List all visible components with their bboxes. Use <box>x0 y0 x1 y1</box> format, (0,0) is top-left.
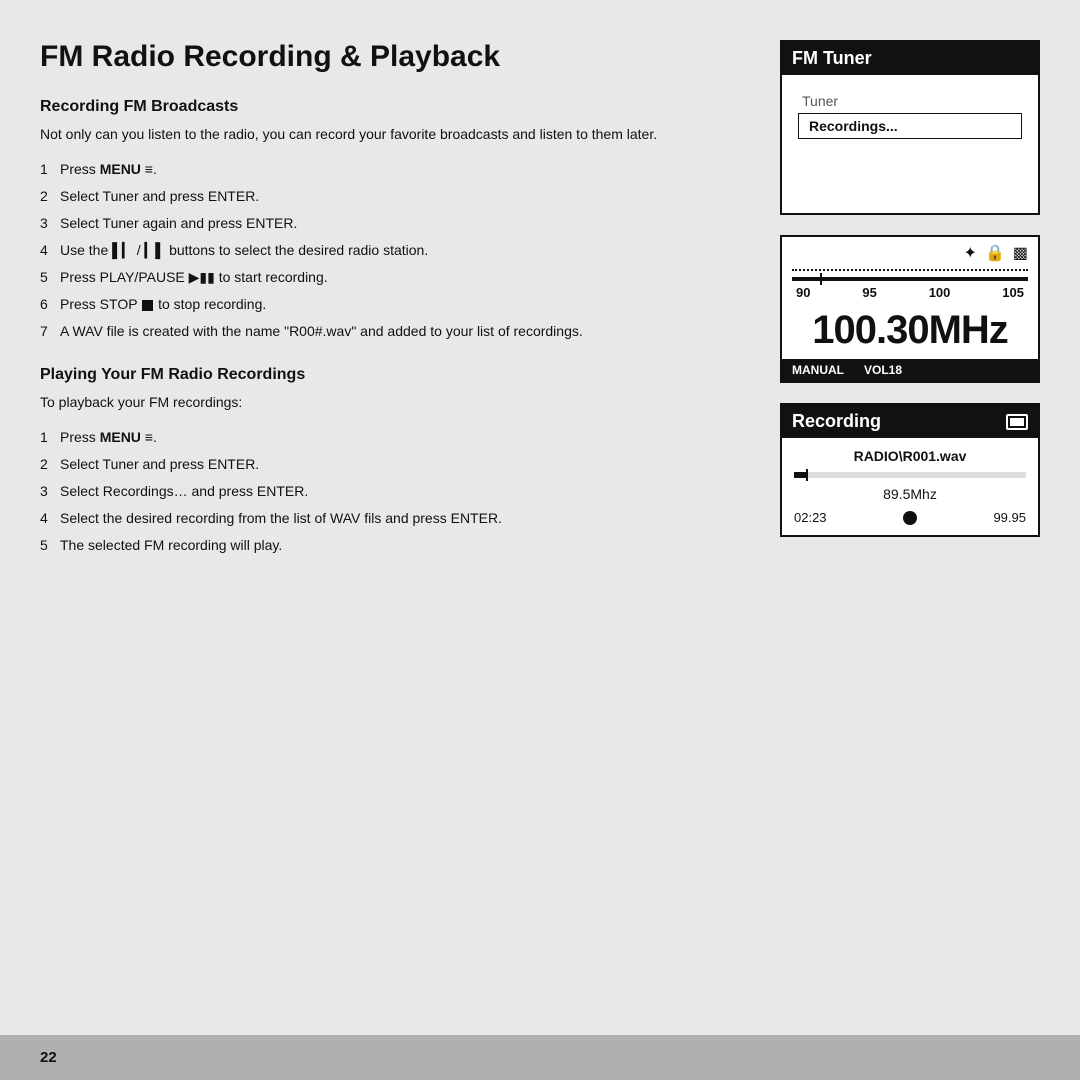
page-title: FM Radio Recording & Playback <box>40 40 740 74</box>
section2-steps: 1 Press MENU ≡. 2 Select Tuner and press… <box>40 427 740 556</box>
tuner-mode: MANUAL <box>792 363 844 377</box>
menu-bold2: MENU <box>100 429 141 445</box>
list-item: 3 Select Recordings… and press ENTER. <box>40 481 740 502</box>
recording-footer: 02:23 99.95 <box>794 510 1026 525</box>
fm-tuner-header: FM Tuner <box>782 42 1038 75</box>
recording-filename: RADIO\R001.wav <box>794 448 1026 464</box>
menu-bold: MENU <box>100 161 141 177</box>
recording-panel: Recording RADIO\R001.wav 89.5Mhz 02:23 9… <box>780 403 1040 537</box>
recording-header: Recording <box>782 405 1038 438</box>
section-playback: Playing Your FM Radio Recordings To play… <box>40 366 740 556</box>
section1-heading: Recording FM Broadcasts <box>40 98 740 116</box>
tuner-icons-row: ✦ 🔒 ▩ <box>782 237 1038 265</box>
fm-tuner-panel: FM Tuner Tuner Recordings... <box>780 40 1040 215</box>
section2-heading: Playing Your FM Radio Recordings <box>40 366 740 384</box>
cassette-icon <box>1006 414 1028 430</box>
recording-station: 89.5Mhz <box>794 486 1026 502</box>
section1-intro: Not only can you listen to the radio, yo… <box>40 124 740 145</box>
scale-95: 95 <box>862 285 876 300</box>
list-item: 6 Press STOP to stop recording. <box>40 294 740 315</box>
tuner-display-panel: ✦ 🔒 ▩ 90 95 100 105 100.30MHz <box>780 235 1040 383</box>
tuner-footer: MANUAL VOL18 <box>782 359 1038 381</box>
tuner-volume: VOL18 <box>864 363 902 377</box>
right-column: FM Tuner Tuner Recordings... ✦ 🔒 ▩ <box>780 40 1040 1035</box>
fm-tuner-body: Tuner Recordings... <box>782 75 1038 213</box>
section-recording: Recording FM Broadcasts Not only can you… <box>40 98 740 342</box>
tuner-recordings-item[interactable]: Recordings... <box>798 113 1022 139</box>
list-item: 2 Select Tuner and press ENTER. <box>40 454 740 475</box>
list-item: 5 Press PLAY/PAUSE ▶▮▮ to start recordin… <box>40 267 740 288</box>
tuner-dot-line <box>792 265 1028 275</box>
list-item: 7 A WAV file is created with the name "R… <box>40 321 740 342</box>
page-number: 22 <box>40 1049 57 1066</box>
scale-100: 100 <box>929 285 951 300</box>
section1-steps: 1 Press MENU ≡. 2 Select Tuner and press… <box>40 159 740 342</box>
progress-tick <box>806 469 808 481</box>
list-item: 4 Select the desired recording from the … <box>40 508 740 529</box>
recording-body: RADIO\R001.wav 89.5Mhz 02:23 99.95 <box>782 438 1038 535</box>
page-footer: 22 <box>0 1035 1080 1080</box>
section2-intro: To playback your FM recordings: <box>40 392 740 413</box>
tuner-scale-numbers: 90 95 100 105 <box>792 285 1028 300</box>
rec-indicator <box>903 511 917 525</box>
recording-title: Recording <box>792 411 881 432</box>
recording-counter: 99.95 <box>993 510 1026 525</box>
left-column: FM Radio Recording & Playback Recording … <box>40 40 740 1035</box>
lock-icon: 🔒 <box>985 243 1005 263</box>
tuner-frequency: 100.30MHz <box>782 304 1038 359</box>
scale-105: 105 <box>1002 285 1024 300</box>
list-item: 1 Press MENU ≡. <box>40 427 740 448</box>
stop-icon <box>142 300 153 311</box>
wireless-icon: ✦ <box>964 243 977 263</box>
battery-icon: ▩ <box>1013 243 1028 263</box>
list-item: 5 The selected FM recording will play. <box>40 535 740 556</box>
scale-90: 90 <box>796 285 810 300</box>
tuner-scale: 90 95 100 105 <box>782 265 1038 300</box>
tuner-menu-item: Tuner <box>792 85 1028 109</box>
playback-progress-bar <box>794 472 1026 478</box>
progress-fill <box>794 472 806 478</box>
list-item: 1 Press MENU ≡. <box>40 159 740 180</box>
recording-time: 02:23 <box>794 510 827 525</box>
list-item: 2 Select Tuner and press ENTER. <box>40 186 740 207</box>
list-item: 4 Use the ▌▎ / ▎▌ buttons to select the … <box>40 240 740 261</box>
list-item: 3 Select Tuner again and press ENTER. <box>40 213 740 234</box>
